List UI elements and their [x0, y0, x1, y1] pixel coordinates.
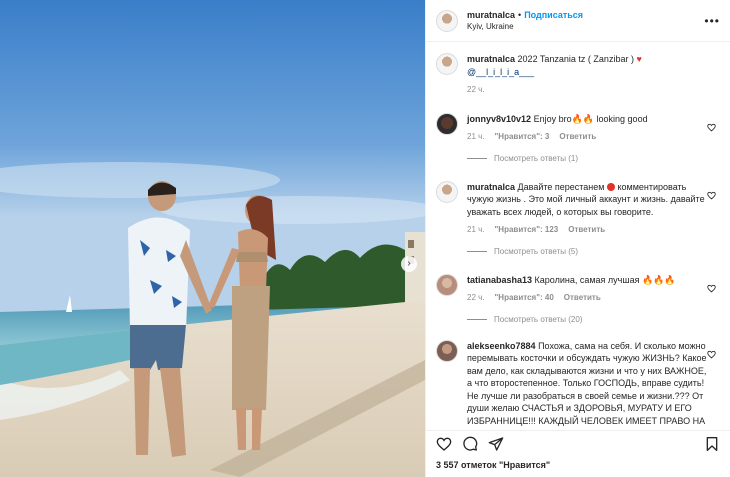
comment-meta: 21 ч. "Нравится": 123 Ответить	[467, 224, 707, 237]
follow-button[interactable]: Подписаться	[524, 10, 583, 20]
beach-photo	[0, 0, 425, 477]
post-photo[interactable]: ›	[0, 0, 425, 477]
caption-mention[interactable]: @__l_i_l_i_a___	[467, 67, 534, 77]
reply-button[interactable]: Ответить	[568, 224, 605, 237]
comment-username[interactable]: muratnalca	[467, 182, 515, 192]
comment-text: Каролина, самая лучшая	[534, 274, 640, 285]
action-bar	[426, 430, 730, 456]
comment-text-2: looking good	[596, 113, 648, 124]
view-replies-label: Посмотреть ответы (1)	[494, 153, 579, 163]
comment-icon[interactable]	[462, 436, 478, 452]
commenter-avatar[interactable]	[436, 180, 458, 203]
view-replies-button[interactable]: Посмотреть ответы (5)	[467, 247, 720, 256]
caption-text: 2022 Tanzania tz ( Zanzibar )	[517, 54, 634, 64]
likes-count[interactable]: 3 557 отметок "Нравится"	[436, 460, 550, 470]
caption-meta: 22 ч.	[467, 84, 707, 97]
replies-divider	[467, 157, 487, 159]
comment-meta: 22 ч. "Нравится": 40 Ответить	[467, 292, 707, 305]
comment: alekseenko7884 Похожа, сама на себя. И с…	[436, 339, 720, 430]
author-avatar[interactable]	[436, 9, 458, 32]
comment-likes[interactable]: "Нравится": 40	[495, 292, 554, 305]
chevron-right-icon: ›	[407, 258, 411, 269]
comment-likes[interactable]: "Нравится": 3	[495, 131, 550, 144]
comment-time[interactable]: 21 ч.	[467, 131, 485, 144]
red-heart-icon: ♥	[636, 54, 642, 64]
commenter-avatar[interactable]	[436, 339, 458, 362]
comment: muratnalca Давайте перестанем комментиро…	[436, 180, 720, 237]
comment: tatianabasha13 Каролина, самая лучшая 🔥🔥…	[436, 273, 720, 305]
post-modal: › muratnalca • Подписаться Kyiv, Ukraine •…	[0, 0, 730, 477]
author-username[interactable]: muratnalca	[467, 10, 515, 20]
comments-list[interactable]: muratnalca 2022 Tanzania tz ( Zanzibar )…	[426, 43, 730, 429]
view-replies-button[interactable]: Посмотреть ответы (1)	[467, 154, 720, 163]
commenter-avatar[interactable]	[436, 112, 458, 135]
fire-emoji: 🔥🔥🔥	[642, 274, 676, 285]
separator-dot: •	[518, 9, 522, 20]
comment-likes[interactable]: "Нравится": 123	[495, 224, 559, 237]
comment-text: Похожа, сама на себя. И сколько можно пе…	[467, 340, 707, 430]
comment-text: Enjoy bro	[533, 113, 572, 124]
post-location[interactable]: Kyiv, Ukraine	[467, 21, 583, 33]
no-entry-icon	[606, 182, 615, 191]
comment-body: muratnalca Давайте перестанем комментиро…	[467, 181, 707, 237]
comment-text: Давайте перестанем	[517, 181, 605, 192]
post-header: muratnalca • Подписаться Kyiv, Ukraine •••	[426, 0, 730, 42]
caption: muratnalca 2022 Tanzania tz ( Zanzibar )…	[436, 53, 720, 97]
comment-username[interactable]: tatianabasha13	[467, 275, 532, 285]
comment-time[interactable]: 22 ч.	[467, 292, 485, 305]
reply-button[interactable]: Ответить	[559, 131, 596, 144]
comment-meta: 21 ч. "Нравится": 3 Ответить	[467, 131, 707, 144]
comment-body: jonnyv8v10v12 Enjoy bro🔥🔥 looking good 2…	[467, 113, 707, 144]
view-replies-button[interactable]: Посмотреть ответы (20)	[467, 315, 720, 324]
heart-icon[interactable]	[707, 123, 716, 132]
send-icon[interactable]	[488, 436, 504, 452]
comment-username[interactable]: alekseenko7884	[467, 341, 536, 351]
caption-body: muratnalca 2022 Tanzania tz ( Zanzibar )…	[467, 53, 707, 97]
comment-username[interactable]: jonnyv8v10v12	[467, 114, 531, 124]
post-sidebar: muratnalca • Подписаться Kyiv, Ukraine •••…	[425, 0, 730, 477]
comment-time[interactable]: 21 ч.	[467, 224, 485, 237]
comment-body: tatianabasha13 Каролина, самая лучшая 🔥🔥…	[467, 274, 707, 305]
commenter-avatar[interactable]	[436, 273, 458, 296]
heart-icon[interactable]	[436, 436, 452, 452]
heart-icon[interactable]	[707, 284, 716, 293]
bookmark-icon[interactable]	[704, 436, 720, 452]
caption-username[interactable]: muratnalca	[467, 54, 515, 64]
comment: jonnyv8v10v12 Enjoy bro🔥🔥 looking good 2…	[436, 112, 720, 144]
author-info: muratnalca • Подписаться Kyiv, Ukraine	[467, 9, 583, 33]
replies-divider	[467, 250, 487, 252]
fire-emoji: 🔥🔥	[571, 113, 595, 124]
next-photo-button[interactable]: ›	[401, 256, 417, 272]
heart-icon[interactable]	[707, 191, 716, 200]
comment-body: alekseenko7884 Похожа, сама на себя. И с…	[467, 340, 707, 430]
author-avatar[interactable]	[436, 53, 458, 75]
reply-button[interactable]: Ответить	[564, 292, 601, 305]
caption-time[interactable]: 22 ч.	[467, 84, 485, 97]
heart-icon[interactable]	[707, 350, 716, 359]
view-replies-label: Посмотреть ответы (5)	[494, 246, 579, 256]
more-horizontal-icon[interactable]: •••	[704, 14, 720, 28]
replies-divider	[467, 318, 487, 320]
view-replies-label: Посмотреть ответы (20)	[494, 314, 583, 324]
